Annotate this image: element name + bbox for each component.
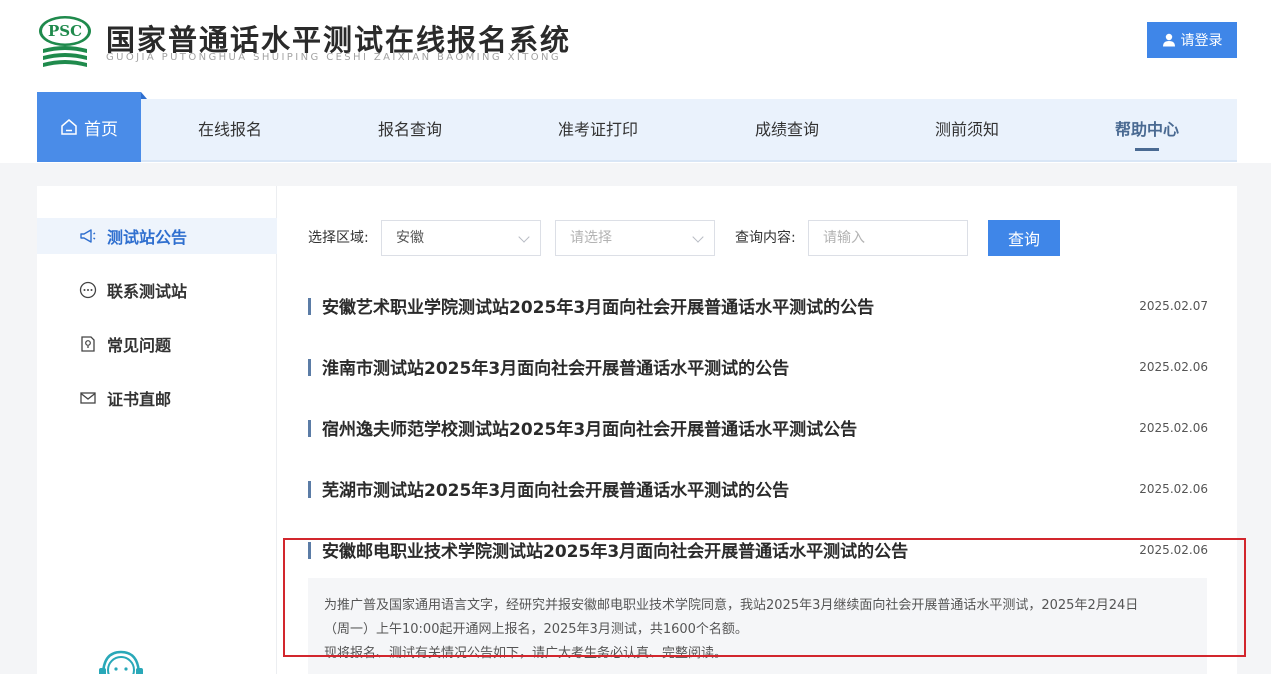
news-title[interactable]: 芜湖市测试站2025年3月面向社会开展普通话水平测试的公告: [322, 476, 789, 501]
news-title[interactable]: 宿州逸夫师范学校测试站2025年3月面向社会开展普通话水平测试公告: [322, 415, 857, 440]
region-label: 选择区域:: [308, 230, 369, 246]
query-label: 查询内容:: [735, 230, 796, 246]
news-item[interactable]: 安徽邮电职业技术学院测试站2025年3月面向社会开展普通话水平测试的公告 202…: [308, 535, 1208, 565]
headset-mascot-icon: [99, 650, 143, 674]
nav-item-score-query[interactable]: 成绩查询: [734, 99, 840, 160]
nav-item-online-register[interactable]: 在线报名: [177, 99, 283, 160]
region-select-value: 安徽: [396, 230, 424, 246]
excerpt-line: （周一）上午10:00起开通网上报名，2025年3月测试，共1600个名额。: [324, 622, 748, 637]
nav-item-test-notice[interactable]: 测前须知: [914, 99, 1020, 160]
home-icon: [61, 119, 77, 135]
mail-icon: [80, 392, 96, 404]
logo-text: PSC: [48, 22, 82, 40]
nav-home[interactable]: 首页: [37, 92, 147, 162]
sidebar-item-label: 测试站公告: [107, 228, 188, 247]
login-label: 请登录: [1180, 33, 1223, 49]
nav-home-label: 首页: [84, 119, 118, 140]
sidebar: 测试站公告 联系测试站 常见问题 证书直邮: [37, 186, 277, 674]
user-icon: [1162, 33, 1175, 47]
sidebar-item-faq[interactable]: 常见问题: [37, 326, 277, 362]
news-item[interactable]: 芜湖市测试站2025年3月面向社会开展普通话水平测试的公告 2025.02.06: [308, 474, 1208, 504]
login-button[interactable]: 请登录: [1147, 22, 1237, 58]
sidebar-item-certificate-mail[interactable]: 证书直邮: [37, 380, 277, 416]
news-marker: [308, 542, 311, 559]
psc-logo-icon[interactable]: PSC: [37, 13, 93, 69]
site-header: PSC 国家普通话水平测试在线报名系统 GUOJIA PUTONGHUA SHU…: [0, 0, 1271, 163]
city-select-placeholder: 请选择: [570, 230, 612, 246]
query-input[interactable]: [808, 220, 968, 256]
news-date: 2025.02.06: [1139, 543, 1208, 557]
chat-icon: [79, 281, 97, 299]
nav-item-help-center[interactable]: 帮助中心: [1094, 99, 1200, 160]
news-date: 2025.02.07: [1139, 299, 1208, 313]
news-item[interactable]: 安徽艺术职业学院测试站2025年3月面向社会开展普通话水平测试的公告 2025.…: [308, 291, 1208, 321]
news-title[interactable]: 安徽邮电职业技术学院测试站2025年3月面向社会开展普通话水平测试的公告: [322, 537, 908, 562]
sidebar-item-label: 联系测试站: [107, 282, 188, 301]
news-date: 2025.02.06: [1139, 482, 1208, 496]
news-marker: [308, 481, 311, 498]
filter-row: 选择区域: 安徽 请选择 查询内容: 查询: [308, 220, 1068, 256]
chevron-down-icon: [692, 231, 704, 243]
chevron-down-icon: [518, 231, 530, 243]
news-date: 2025.02.06: [1139, 360, 1208, 374]
region-select[interactable]: 安徽: [381, 220, 541, 256]
excerpt-line: 为推广普及国家通用语言文字，经研究并报安徽邮电职业技术学院同意，我站2025年3…: [324, 598, 1139, 613]
news-title[interactable]: 淮南市测试站2025年3月面向社会开展普通话水平测试的公告: [322, 354, 789, 379]
nav-item-admission-print[interactable]: 准考证打印: [542, 99, 654, 160]
news-excerpt: 为推广普及国家通用语言文字，经研究并报安徽邮电职业技术学院同意，我站2025年3…: [308, 578, 1207, 674]
question-doc-icon: [81, 336, 95, 352]
megaphone-icon: [80, 229, 96, 243]
sidebar-item-label: 证书直邮: [107, 390, 172, 409]
city-select[interactable]: 请选择: [555, 220, 715, 256]
sidebar-item-announcements[interactable]: 测试站公告: [37, 218, 277, 254]
news-item[interactable]: 宿州逸夫师范学校测试站2025年3月面向社会开展普通话水平测试公告 2025.0…: [308, 413, 1208, 443]
nav-item-register-query[interactable]: 报名查询: [357, 99, 463, 160]
excerpt-line: 现将报名、测试有关情况公告如下，请广大考生务必认真、完整阅读。: [324, 646, 728, 661]
news-date: 2025.02.06: [1139, 421, 1208, 435]
search-button[interactable]: 查询: [988, 220, 1060, 256]
main-nav: 首页 在线报名 报名查询 准考证打印 成绩查询 测前须知 帮助中心: [37, 92, 1237, 162]
news-title[interactable]: 安徽艺术职业学院测试站2025年3月面向社会开展普通话水平测试的公告: [322, 293, 874, 318]
news-marker: [308, 420, 311, 437]
site-subtitle: GUOJIA PUTONGHUA SHUIPING CESHI ZAIXIAN …: [106, 52, 562, 63]
news-marker: [308, 298, 311, 315]
news-item[interactable]: 淮南市测试站2025年3月面向社会开展普通话水平测试的公告 2025.02.06: [308, 352, 1208, 382]
news-marker: [308, 359, 311, 376]
sidebar-item-label: 常见问题: [107, 336, 172, 355]
sidebar-item-contact[interactable]: 联系测试站: [37, 272, 277, 308]
content-panel: 测试站公告 联系测试站 常见问题 证书直邮 选择区域: 安徽 请选择 查询内容:…: [37, 186, 1237, 674]
